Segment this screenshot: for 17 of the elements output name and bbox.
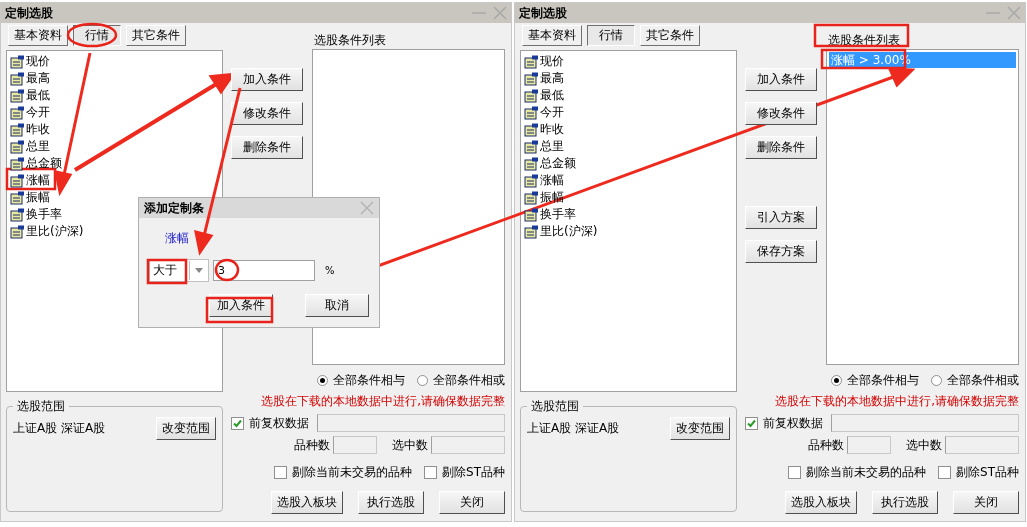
count-label: 选中数 [392,436,428,454]
scope-text: 上证A股 深证A股 [527,420,620,437]
notice-text: 选股在下载的本地数据中进行,请确保数据完整 [774,393,1019,410]
dialog-title: 添加定制条 [144,199,205,217]
count-label: 品种数 [294,436,330,454]
group-title: 选股范围 [16,398,66,415]
field-name: 涨幅 [165,230,190,247]
scope-text: 上证A股 深证A股 [13,420,106,437]
count-label: 选中数 [906,436,942,454]
list-heading: 选股条件列表 [827,32,900,49]
window-title: 定制选股 [5,4,54,22]
unit-label: % [325,265,335,276]
list-heading: 选股条件列表 [313,32,386,49]
count-label: 品种数 [808,436,844,454]
group-title: 选股范围 [530,398,580,415]
notice-text: 选股在下载的本地数据中进行,请确保数据完整 [260,393,505,410]
window-title: 定制选股 [519,4,568,22]
